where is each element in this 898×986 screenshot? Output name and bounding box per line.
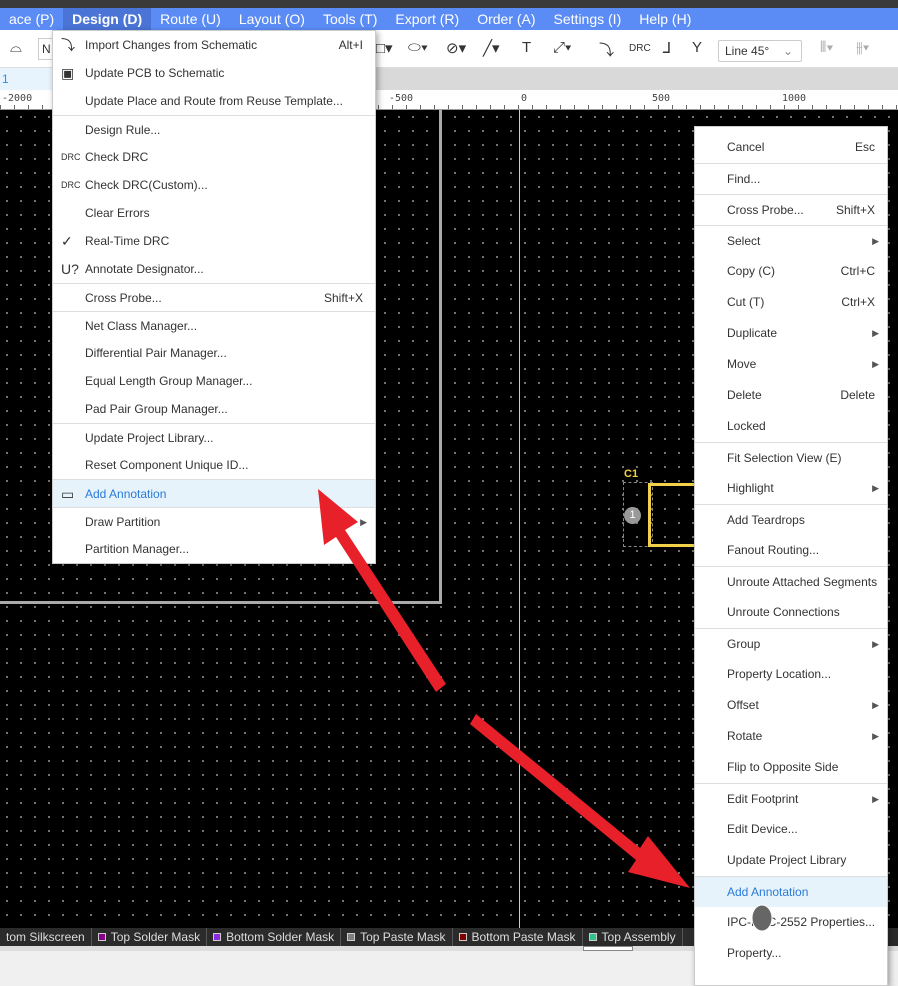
arrow-to-design-menu	[318, 489, 446, 692]
hand-cursor-icon	[751, 904, 773, 932]
arrow-to-context-menu	[470, 714, 690, 888]
annotation-arrows	[318, 489, 773, 932]
